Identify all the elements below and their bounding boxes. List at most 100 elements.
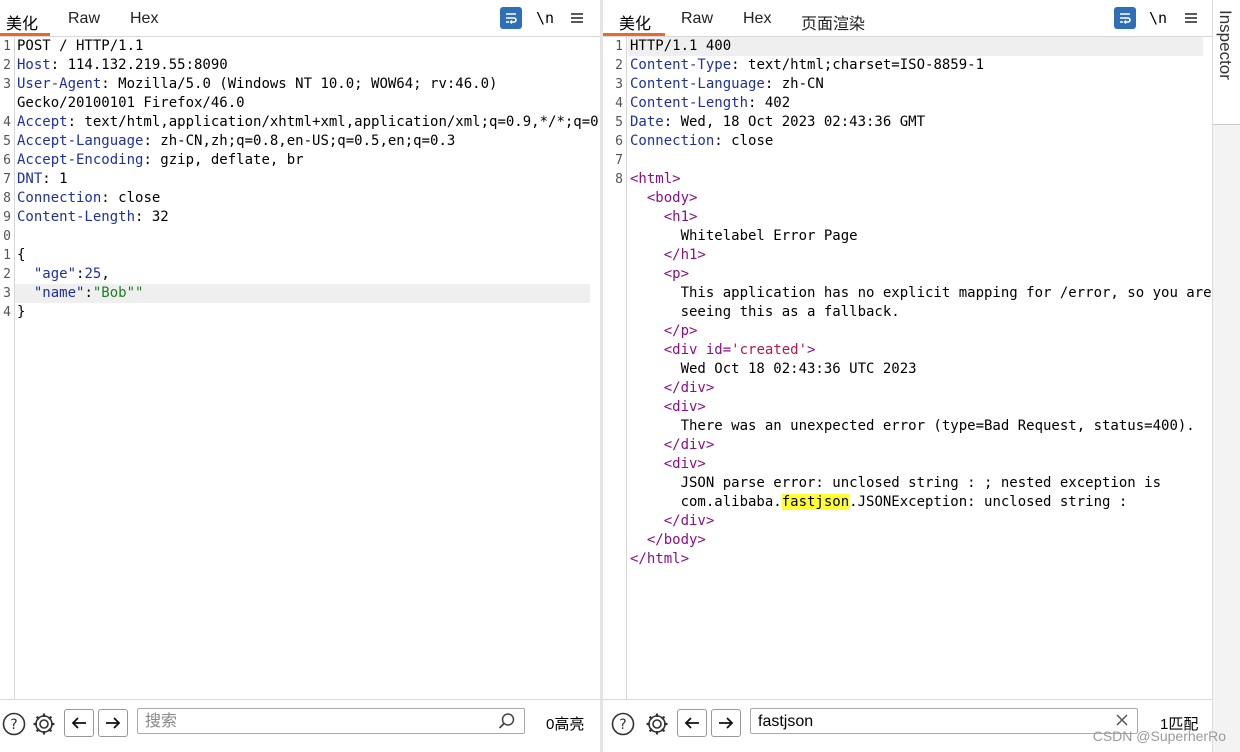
code-token: </div> bbox=[663, 513, 715, 529]
previous-match-button[interactable] bbox=[64, 709, 94, 737]
code-line: 2 Host: 114.132.219.55:8090 bbox=[0, 56, 588, 75]
code-token: This application has no explicit mapping… bbox=[630, 285, 1212, 301]
line-content: { bbox=[17, 246, 25, 265]
line-content: <div> bbox=[630, 455, 706, 474]
code-line: Gecko/20100101 Firefox/46.0 bbox=[0, 94, 588, 113]
line-number: 9 bbox=[3, 210, 11, 225]
code-token: POST / HTTP/1.1 bbox=[17, 38, 144, 54]
code-token: User-Agent bbox=[17, 76, 102, 92]
response-search-bar: ? fastjson 1匹配 bbox=[603, 699, 1213, 752]
code-line: 9 Content-Length: 32 bbox=[0, 208, 588, 227]
tab-hex[interactable]: Hex bbox=[743, 10, 771, 28]
code-token: Content-Language bbox=[630, 76, 765, 92]
inspector-tab-label: Inspector bbox=[1216, 10, 1235, 80]
code-line: <div id='created'> bbox=[603, 341, 1201, 360]
line-content: </html> bbox=[630, 550, 689, 569]
request-editor[interactable]: 1 POST / HTTP/1.1 2 Host: 114.132.219.55:80… bbox=[0, 37, 600, 700]
next-match-button[interactable] bbox=[711, 709, 741, 737]
line-content: seeing this as a fallback. bbox=[630, 303, 900, 322]
code-line: 3 "name":"Bob"" bbox=[0, 284, 588, 303]
code-line: </div> bbox=[603, 512, 1201, 531]
line-content: <body> bbox=[630, 189, 698, 208]
line-content: </div> bbox=[630, 379, 715, 398]
line-content: Accept-Language: zh-CN,zh;q=0.8,en-US;q=… bbox=[17, 132, 455, 151]
code-token: </p> bbox=[663, 323, 698, 339]
wrap-icon[interactable] bbox=[1114, 7, 1136, 29]
code-token: Content-Type bbox=[630, 57, 732, 73]
menu-icon[interactable] bbox=[1180, 7, 1202, 29]
code-line: 4} bbox=[0, 303, 588, 322]
code-token: : 1 bbox=[42, 171, 68, 187]
menu-icon[interactable] bbox=[566, 7, 588, 29]
inspector-tab[interactable]: Inspector bbox=[1213, 0, 1240, 125]
code-token: Wed Oct 18 02:43:36 UTC 2023 bbox=[630, 361, 917, 377]
line-content: </body> bbox=[630, 531, 706, 550]
code-line: </html> bbox=[603, 550, 1201, 569]
search-input[interactable]: 搜索 bbox=[137, 708, 525, 734]
help-icon[interactable]: ? bbox=[0, 710, 28, 738]
code-line: This application has no explicit mapping… bbox=[603, 284, 1212, 303]
search-input[interactable]: fastjson bbox=[750, 708, 1138, 734]
code-token: <html> bbox=[630, 171, 681, 187]
code-line: 2 "age":25, bbox=[0, 265, 588, 284]
tab-pretty[interactable]: 美化 bbox=[619, 10, 651, 34]
code-token: "Bob"" bbox=[92, 285, 144, 301]
line-number: 4 bbox=[3, 305, 11, 320]
line-content: Accept-Encoding: gzip, deflate, br bbox=[17, 151, 304, 170]
next-match-button[interactable] bbox=[98, 709, 128, 737]
code-token: Connection bbox=[630, 133, 715, 149]
code-token: : Mozilla/5.0 (Windows NT 10.0; WOW64; r… bbox=[101, 76, 498, 92]
tab-render[interactable]: 页面渲染 bbox=[801, 10, 865, 34]
code-token: 25 bbox=[84, 266, 102, 282]
response-pane: 美化 Raw Hex 页面渲染 \n 1 HTTP/1.1 400 2 Content… bbox=[603, 0, 1213, 752]
line-content: POST / HTTP/1.1 bbox=[17, 37, 143, 56]
tab-pretty[interactable]: 美化 bbox=[6, 10, 38, 34]
line-content: </div> bbox=[630, 512, 715, 531]
line-number: 8 bbox=[615, 172, 623, 187]
line-number: 2 bbox=[615, 58, 623, 73]
newline-toggle-button[interactable]: \n bbox=[1147, 7, 1169, 29]
settings-gear-icon[interactable] bbox=[643, 710, 671, 738]
response-editor[interactable]: 1 HTTP/1.1 400 2 Content-Type: text/html;ch… bbox=[603, 37, 1213, 700]
help-icon[interactable]: ? bbox=[609, 710, 637, 738]
code-line: </div> bbox=[603, 436, 1201, 455]
code-token: : close bbox=[101, 190, 161, 206]
code-line: 8 <html> bbox=[603, 170, 1201, 189]
code-token: : Wed, 18 Oct 2023 02:43:36 GMT bbox=[663, 114, 926, 130]
line-content: Content-Type: text/html;charset=ISO-8859… bbox=[630, 56, 984, 75]
tab-raw[interactable]: Raw bbox=[68, 10, 100, 28]
code-line: <div> bbox=[603, 398, 1201, 417]
settings-gear-icon[interactable] bbox=[30, 710, 58, 738]
code-token: Content-Length bbox=[17, 209, 136, 225]
line-content: User-Agent: Mozilla/5.0 (Windows NT 10.0… bbox=[17, 75, 497, 94]
code-token: : text/html;charset=ISO-8859-1 bbox=[731, 57, 985, 73]
line-content: Connection: close bbox=[630, 132, 773, 151]
previous-match-button[interactable] bbox=[677, 709, 707, 737]
code-token: </html> bbox=[630, 551, 690, 567]
code-token: There was an unexpected error (type=Bad … bbox=[630, 418, 1195, 434]
code-line: 3 User-Agent: Mozilla/5.0 (Windows NT 10.… bbox=[0, 75, 588, 94]
search-match-highlight: fastjson bbox=[781, 494, 850, 510]
code-line: 6 Connection: close bbox=[603, 132, 1201, 151]
code-token: : bbox=[84, 285, 93, 301]
newline-toggle-button[interactable]: \n bbox=[534, 7, 556, 29]
tab-raw[interactable]: Raw bbox=[681, 10, 713, 28]
line-number: 0 bbox=[3, 229, 11, 244]
line-content: "name":"Bob"" bbox=[17, 284, 144, 303]
line-content: </h1> bbox=[630, 246, 706, 265]
code-line: <body> bbox=[603, 189, 1201, 208]
line-content: Content-Length: 402 bbox=[630, 94, 790, 113]
code-token: <div> bbox=[663, 399, 706, 415]
code-token: seeing this as a fallback. bbox=[630, 304, 900, 320]
search-icon bbox=[498, 712, 516, 735]
line-number: 3 bbox=[615, 77, 623, 92]
wrap-icon[interactable] bbox=[500, 7, 522, 29]
line-content: <div id='created'> bbox=[630, 341, 816, 360]
code-line: JSON parse error: unclosed string : ; ne… bbox=[603, 474, 1201, 493]
tab-hex[interactable]: Hex bbox=[130, 10, 158, 28]
